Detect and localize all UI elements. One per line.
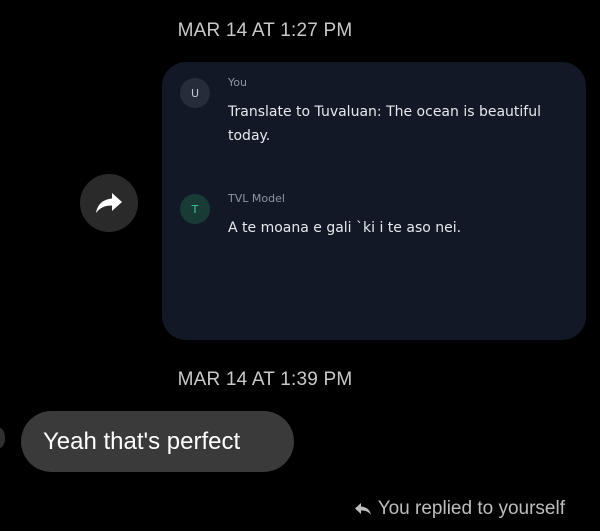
shared-conversation-card[interactable]: U You Translate to Tuvaluan: The ocean i… [162, 62, 586, 340]
replied-note-text: You replied to yourself [377, 498, 565, 519]
share-button[interactable] [80, 174, 138, 232]
share-arrow-icon [96, 193, 122, 213]
model-avatar: T [180, 194, 210, 224]
previous-bubble-edge [0, 428, 5, 448]
timestamp-first: MAR 14 AT 1:27 PM [177, 20, 353, 41]
model-message-text: A te moana e gali `ki i te aso nei. [228, 220, 462, 236]
model-sender-label: TVL Model [228, 192, 285, 205]
timestamp-second: MAR 14 AT 1:39 PM [177, 369, 353, 390]
replied-note: You replied to yourself [354, 498, 565, 520]
user-avatar: U [180, 78, 210, 108]
user-sender-label: You [228, 76, 247, 89]
user-message-text: Translate to Tuvaluan: The ocean is beau… [228, 104, 541, 144]
reply-message-bubble[interactable]: Yeah that's perfect [21, 411, 294, 472]
reply-arrow-icon [354, 503, 371, 515]
